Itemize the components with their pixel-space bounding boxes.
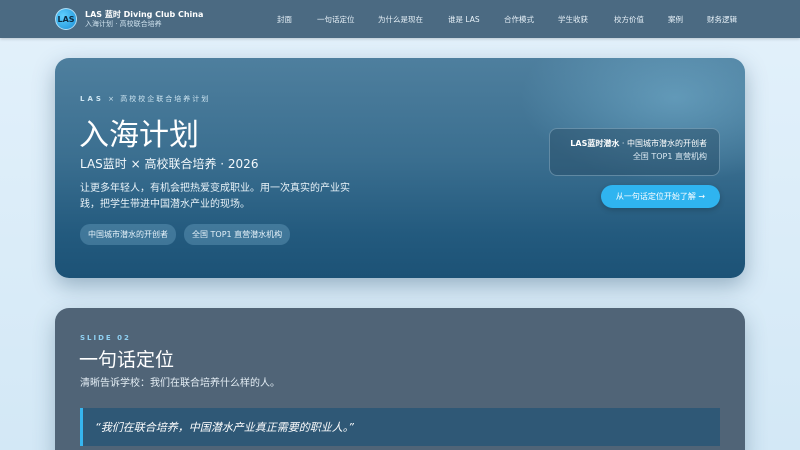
info-brand: LAS蓝时潜水 bbox=[570, 139, 620, 148]
tag-pioneer: 中国城市潜水的开创者 bbox=[80, 224, 176, 245]
slide-label: SLIDE 02 bbox=[80, 334, 131, 342]
info-line-1-rest: · 中国城市潜水的开创者 bbox=[619, 139, 707, 148]
positioning-quote: “我们在联合培养，中国潜水产业真正需要的职业人。” bbox=[80, 408, 720, 446]
brand-name: LAS 蓝时 Diving Club China bbox=[85, 10, 204, 20]
nav-item-cooperation[interactable]: 合作模式 bbox=[504, 14, 534, 25]
slide-02-card: SLIDE 02 一句话定位 清晰告诉学校：我们在联合培养什么样的人。 “我们在… bbox=[55, 308, 745, 450]
nav-item-student-gains[interactable]: 学生收获 bbox=[558, 14, 588, 25]
hero-info-box: LAS蓝时潜水 · 中国城市潜水的开创者 全国 TOP1 直营机构 bbox=[549, 128, 720, 176]
brand-subtitle: 入海计划 · 高校联合培养 bbox=[85, 19, 162, 28]
tag-top1: 全国 TOP1 直营潜水机构 bbox=[184, 224, 291, 245]
info-line-1: LAS蓝时潜水 · 中国城市潜水的开创者 bbox=[562, 138, 707, 151]
eyebrow-brand: LAS bbox=[80, 95, 104, 103]
top-navbar: LAS LAS 蓝时 Diving Club China 入海计划 · 高校联合… bbox=[0, 0, 800, 38]
eyebrow-text: × 高校校企联合培养计划 bbox=[108, 95, 211, 103]
nav-item-why-now[interactable]: 为什么是现在 bbox=[378, 14, 423, 25]
hero-tags: 中国城市潜水的开创者 全国 TOP1 直营潜水机构 bbox=[80, 224, 291, 245]
slide-title: 一句话定位 bbox=[79, 349, 175, 371]
hero-card: LAS × 高校校企联合培养计划 入海计划 LAS蓝时 × 高校联合培养 · 2… bbox=[55, 58, 745, 278]
hero-eyebrow: LAS × 高校校企联合培养计划 bbox=[80, 94, 210, 104]
nav-item-cases[interactable]: 案例 bbox=[668, 14, 683, 25]
nav-item-finance[interactable]: 财务逻辑 bbox=[707, 14, 737, 25]
hero-title: 入海计划 bbox=[79, 118, 199, 153]
nav-item-who-is-las[interactable]: 谁是 LAS bbox=[448, 14, 480, 25]
brand-logo[interactable]: LAS bbox=[55, 8, 77, 30]
nav-item-positioning[interactable]: 一句话定位 bbox=[317, 14, 355, 25]
nav-item-school-value[interactable]: 校方价值 bbox=[614, 14, 644, 25]
info-line-2: 全国 TOP1 直营机构 bbox=[632, 151, 707, 161]
brand-block[interactable]: LAS 蓝时 Diving Club China 入海计划 · 高校联合培养 bbox=[85, 10, 203, 27]
nav-item-cover[interactable]: 封面 bbox=[277, 14, 292, 25]
slide-subtitle: 清晰告诉学校：我们在联合培养什么样的人。 bbox=[80, 378, 280, 389]
start-positioning-button[interactable]: 从一句话定位开始了解 → bbox=[601, 185, 720, 208]
hero-description: 让更多年轻人，有机会把热爱变成职业。用一次真实的产业实践，把学生带进中国潜水产业… bbox=[80, 183, 350, 210]
hero-subtitle: LAS蓝时 × 高校联合培养 · 2026 bbox=[80, 157, 259, 171]
